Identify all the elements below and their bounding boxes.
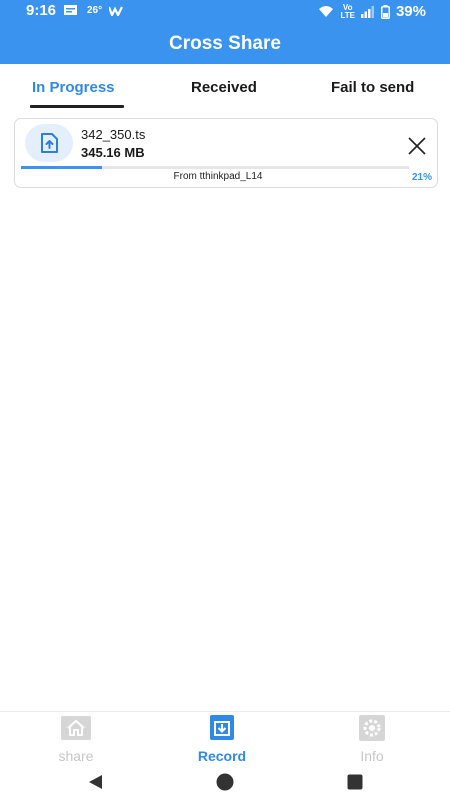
back-triangle-icon[interactable]: [86, 772, 106, 792]
nav-record-label: Record: [197, 748, 247, 764]
app-header: 9:16 26° Vo LTE 39% Cross Share: [0, 0, 450, 64]
file-upload-icon: [41, 133, 58, 153]
gear-icon: [359, 715, 385, 741]
nav-info[interactable]: Info: [327, 715, 417, 764]
tab-received[interactable]: Received: [191, 79, 257, 96]
status-right-icons: Vo LTE 39%: [318, 3, 426, 20]
transfer-progress-fill: [21, 166, 103, 169]
system-navigation-bar: [0, 763, 450, 800]
battery-icon: [380, 4, 390, 19]
message-notification-icon: [64, 5, 77, 15]
tab-in-progress[interactable]: In Progress: [32, 79, 115, 96]
volte-bottom-label: LTE: [340, 10, 355, 20]
status-left-icons: 26°: [64, 5, 124, 16]
nav-share[interactable]: share: [31, 715, 121, 764]
nav-info-label: Info: [360, 748, 384, 764]
cross-share-screen: 9:16 26° Vo LTE 39% Cross Share In Progr…: [0, 0, 450, 800]
transfer-item-card[interactable]: 342_350.ts 345.16 MB From tthinkpad_L14 …: [14, 118, 438, 188]
status-time: 9:16: [26, 2, 57, 19]
transfer-progress-bar: [21, 166, 409, 169]
signal-icon: [360, 5, 374, 18]
active-tab-indicator: [30, 105, 124, 108]
file-icon-badge: [25, 124, 73, 162]
nav-share-label: share: [58, 748, 94, 764]
status-temperature: 26°: [87, 5, 103, 16]
w-app-notification-icon: [109, 6, 124, 16]
home-icon: [61, 716, 91, 740]
file-name: 342_350.ts: [81, 127, 146, 142]
home-circle-icon[interactable]: [215, 772, 235, 792]
file-size: 345.16 MB: [81, 145, 145, 160]
tab-fail-to-send[interactable]: Fail to send: [331, 79, 414, 96]
status-bar: 9:16 26° Vo LTE 39%: [0, 0, 450, 24]
record-icon: [210, 715, 234, 740]
close-icon[interactable]: [407, 136, 427, 156]
transfer-percent: 21%: [411, 172, 432, 183]
battery-percentage: 39%: [395, 3, 426, 20]
bottom-navigation: share Record Info: [0, 711, 450, 764]
transfer-source: From tthinkpad_L14: [173, 171, 263, 182]
recents-square-icon[interactable]: [345, 772, 365, 792]
volte-indicator: Vo LTE: [340, 3, 355, 20]
page-title: Cross Share: [169, 33, 281, 54]
transfer-tabs: In Progress Received Fail to send: [0, 70, 450, 110]
nav-record[interactable]: Record: [177, 715, 267, 764]
wifi-icon: [319, 6, 334, 17]
